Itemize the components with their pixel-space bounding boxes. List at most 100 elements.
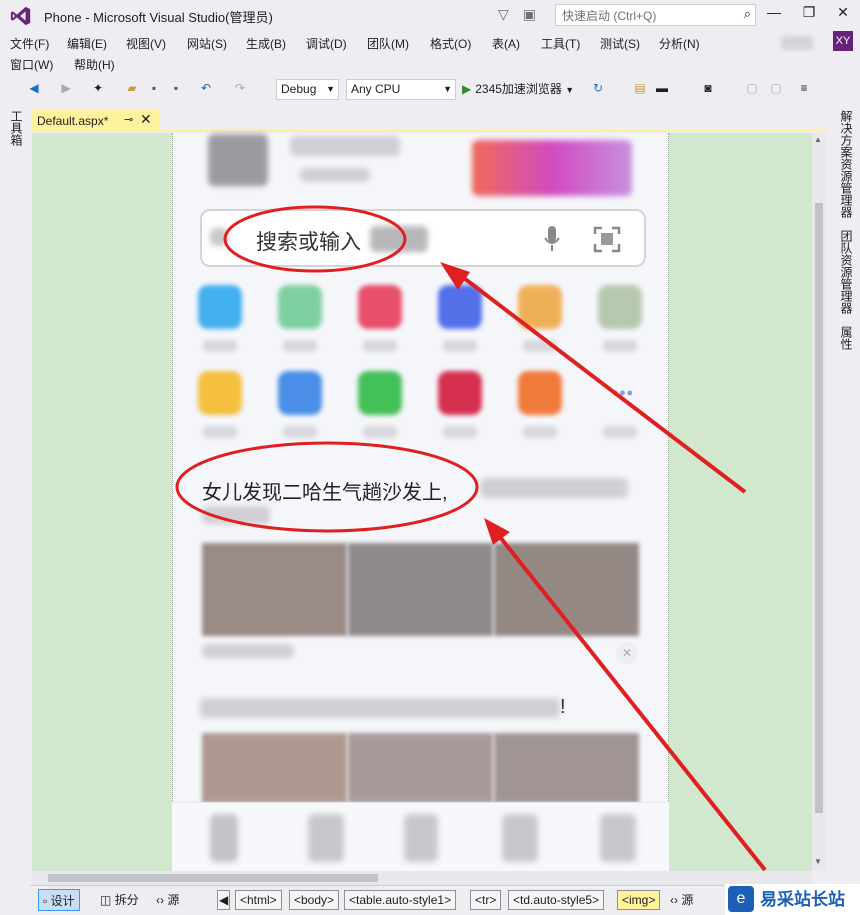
team-explorer-tab[interactable]: 团队资源管理器 bbox=[838, 230, 855, 314]
menu-analyze[interactable]: 分析(N) bbox=[659, 35, 700, 52]
save-icon[interactable]: ▪ bbox=[146, 80, 162, 96]
minimize-icon[interactable]: — bbox=[764, 4, 784, 20]
breadcrumb-table[interactable]: <table.auto-style1> bbox=[344, 890, 457, 910]
menu-window[interactable]: 窗口(W) bbox=[10, 56, 53, 73]
news-thumbnail bbox=[202, 733, 347, 803]
menu-debug[interactable]: 调试(D) bbox=[306, 35, 347, 52]
forward-icon[interactable]: ▶ bbox=[58, 80, 74, 96]
undo-icon[interactable]: ↶ bbox=[198, 80, 214, 96]
toolbox-icon[interactable]: ▬ bbox=[654, 80, 670, 96]
menu-tools[interactable]: 工具(T) bbox=[541, 35, 580, 52]
blurred-logo bbox=[472, 140, 632, 196]
app-icon bbox=[278, 371, 322, 415]
breadcrumb-html[interactable]: <html> bbox=[235, 890, 282, 910]
properties-tab[interactable]: 属性 bbox=[838, 326, 855, 350]
source-view-button-2[interactable]: ‹› 源 bbox=[666, 889, 697, 911]
breadcrumb-img[interactable]: <img> bbox=[617, 890, 661, 910]
menu-table[interactable]: 表(A) bbox=[492, 35, 520, 52]
breadcrumb-td[interactable]: <td.auto-style5> bbox=[508, 890, 605, 910]
breadcrumb-body[interactable]: <body> bbox=[289, 890, 340, 910]
browse-icon[interactable]: ▤ bbox=[632, 80, 648, 96]
source-view-button[interactable]: ‹› 源 bbox=[152, 889, 183, 911]
camera-icon[interactable]: ◙ bbox=[700, 80, 716, 96]
chevron-down-icon: ▼ bbox=[326, 84, 335, 94]
nav-profile-icon bbox=[600, 814, 636, 862]
redo-icon[interactable]: ↷ bbox=[232, 80, 248, 96]
close-tab-icon[interactable]: ✕ bbox=[140, 111, 152, 128]
copy-icon[interactable]: ▢ bbox=[744, 80, 760, 96]
save-all-icon[interactable]: ▪ bbox=[168, 80, 184, 96]
split-view-button[interactable]: ◫ 拆分 bbox=[96, 889, 143, 911]
left-tool-rail: 工具箱 bbox=[0, 106, 30, 915]
news-headline-2-end: ! bbox=[560, 696, 566, 718]
config-value: Debug bbox=[281, 82, 317, 96]
menu-help[interactable]: 帮助(H) bbox=[74, 56, 115, 73]
right-tool-rail: 解决方案资源管理器 团队资源管理器 属性 bbox=[829, 106, 860, 896]
new-item-icon[interactable]: ✦ bbox=[90, 80, 106, 96]
blurred-headline2 bbox=[200, 698, 560, 718]
design-view-label: 设计 bbox=[50, 894, 75, 908]
back-icon[interactable]: ◀ bbox=[26, 80, 42, 96]
paste-icon[interactable]: ▢ bbox=[768, 80, 784, 96]
blurred-search-text bbox=[370, 226, 428, 252]
app-icon bbox=[598, 285, 642, 329]
app-icon bbox=[518, 285, 562, 329]
source-view-icon: ‹› bbox=[156, 893, 164, 907]
scroll-thumb[interactable] bbox=[815, 203, 823, 813]
user-avatar[interactable]: XY bbox=[833, 31, 853, 51]
scroll-down-icon[interactable]: ▼ bbox=[814, 857, 822, 866]
app-icon bbox=[518, 371, 562, 415]
blurred-headline-rest bbox=[480, 478, 628, 498]
microphone-icon bbox=[544, 226, 560, 251]
refresh-icon[interactable]: ↻ bbox=[590, 80, 606, 96]
tab-default-aspx[interactable]: Default.aspx* ⊸ ✕ bbox=[32, 110, 159, 132]
menu-build[interactable]: 生成(B) bbox=[246, 35, 286, 52]
menu-website[interactable]: 网站(S) bbox=[187, 35, 227, 52]
menu-file[interactable]: 文件(F) bbox=[10, 35, 49, 52]
quick-launch-input[interactable]: 快速启动 (Ctrl+Q) ⌕ bbox=[555, 4, 756, 26]
menu-edit[interactable]: 编辑(E) bbox=[67, 35, 107, 52]
quick-launch-placeholder: 快速启动 (Ctrl+Q) bbox=[562, 8, 657, 23]
news-thumbnail bbox=[494, 543, 639, 636]
menu-test[interactable]: 测试(S) bbox=[600, 35, 640, 52]
align-icon[interactable]: ≡ bbox=[796, 80, 812, 96]
vertical-scrollbar[interactable]: ▲ ▼ bbox=[812, 133, 826, 871]
news-thumbnail bbox=[348, 543, 493, 636]
design-view-icon: ▫ bbox=[43, 894, 48, 908]
filter-icon[interactable]: ▽ bbox=[498, 6, 509, 23]
blurred-weather bbox=[290, 136, 400, 156]
horizontal-scrollbar[interactable] bbox=[32, 871, 812, 885]
news-thumbnail bbox=[348, 733, 493, 803]
feedback-icon[interactable]: ▣ bbox=[523, 6, 536, 23]
app-label bbox=[203, 340, 237, 352]
config-select[interactable]: Debug ▼ bbox=[276, 79, 339, 100]
watermark-logo-icon: e bbox=[728, 886, 754, 912]
app-icon bbox=[358, 285, 402, 329]
blurred-status bbox=[208, 134, 268, 186]
app-label bbox=[203, 426, 237, 438]
platform-select[interactable]: Any CPU ▼ bbox=[346, 79, 456, 100]
nav-home-icon bbox=[210, 814, 238, 862]
solution-explorer-tab[interactable]: 解决方案资源管理器 bbox=[838, 110, 855, 218]
design-view-button[interactable]: ▫ 设计 bbox=[38, 889, 80, 911]
news-thumbnail bbox=[202, 543, 347, 636]
app-label bbox=[363, 426, 397, 438]
scroll-up-icon[interactable]: ▲ bbox=[814, 135, 822, 144]
title-bar-icons: ▽ ▣ bbox=[498, 6, 536, 23]
menu-view[interactable]: 视图(V) bbox=[126, 35, 166, 52]
open-folder-icon[interactable]: ▰ bbox=[124, 80, 140, 96]
window-title: Phone - Microsoft Visual Studio(管理员) bbox=[44, 9, 273, 25]
toolbox-tab[interactable]: 工具箱 bbox=[8, 110, 25, 146]
search-icon[interactable]: ⌕ bbox=[744, 6, 751, 22]
menu-team[interactable]: 团队(M) bbox=[367, 35, 409, 52]
menu-format[interactable]: 格式(O) bbox=[430, 35, 471, 52]
scroll-thumb[interactable] bbox=[48, 874, 378, 882]
start-debugging-button[interactable]: ▶ 2345加速浏览器 ▼ bbox=[462, 80, 574, 97]
close-window-icon[interactable]: ✕ bbox=[833, 4, 853, 21]
pin-icon[interactable]: ⊸ bbox=[124, 113, 133, 126]
app-icon bbox=[198, 371, 242, 415]
breadcrumb-prev-icon[interactable]: ◀ bbox=[217, 890, 230, 910]
restore-icon[interactable]: ❐ bbox=[799, 4, 819, 21]
source-view-icon: ‹› bbox=[670, 893, 678, 907]
breadcrumb-tr[interactable]: <tr> bbox=[470, 890, 502, 910]
